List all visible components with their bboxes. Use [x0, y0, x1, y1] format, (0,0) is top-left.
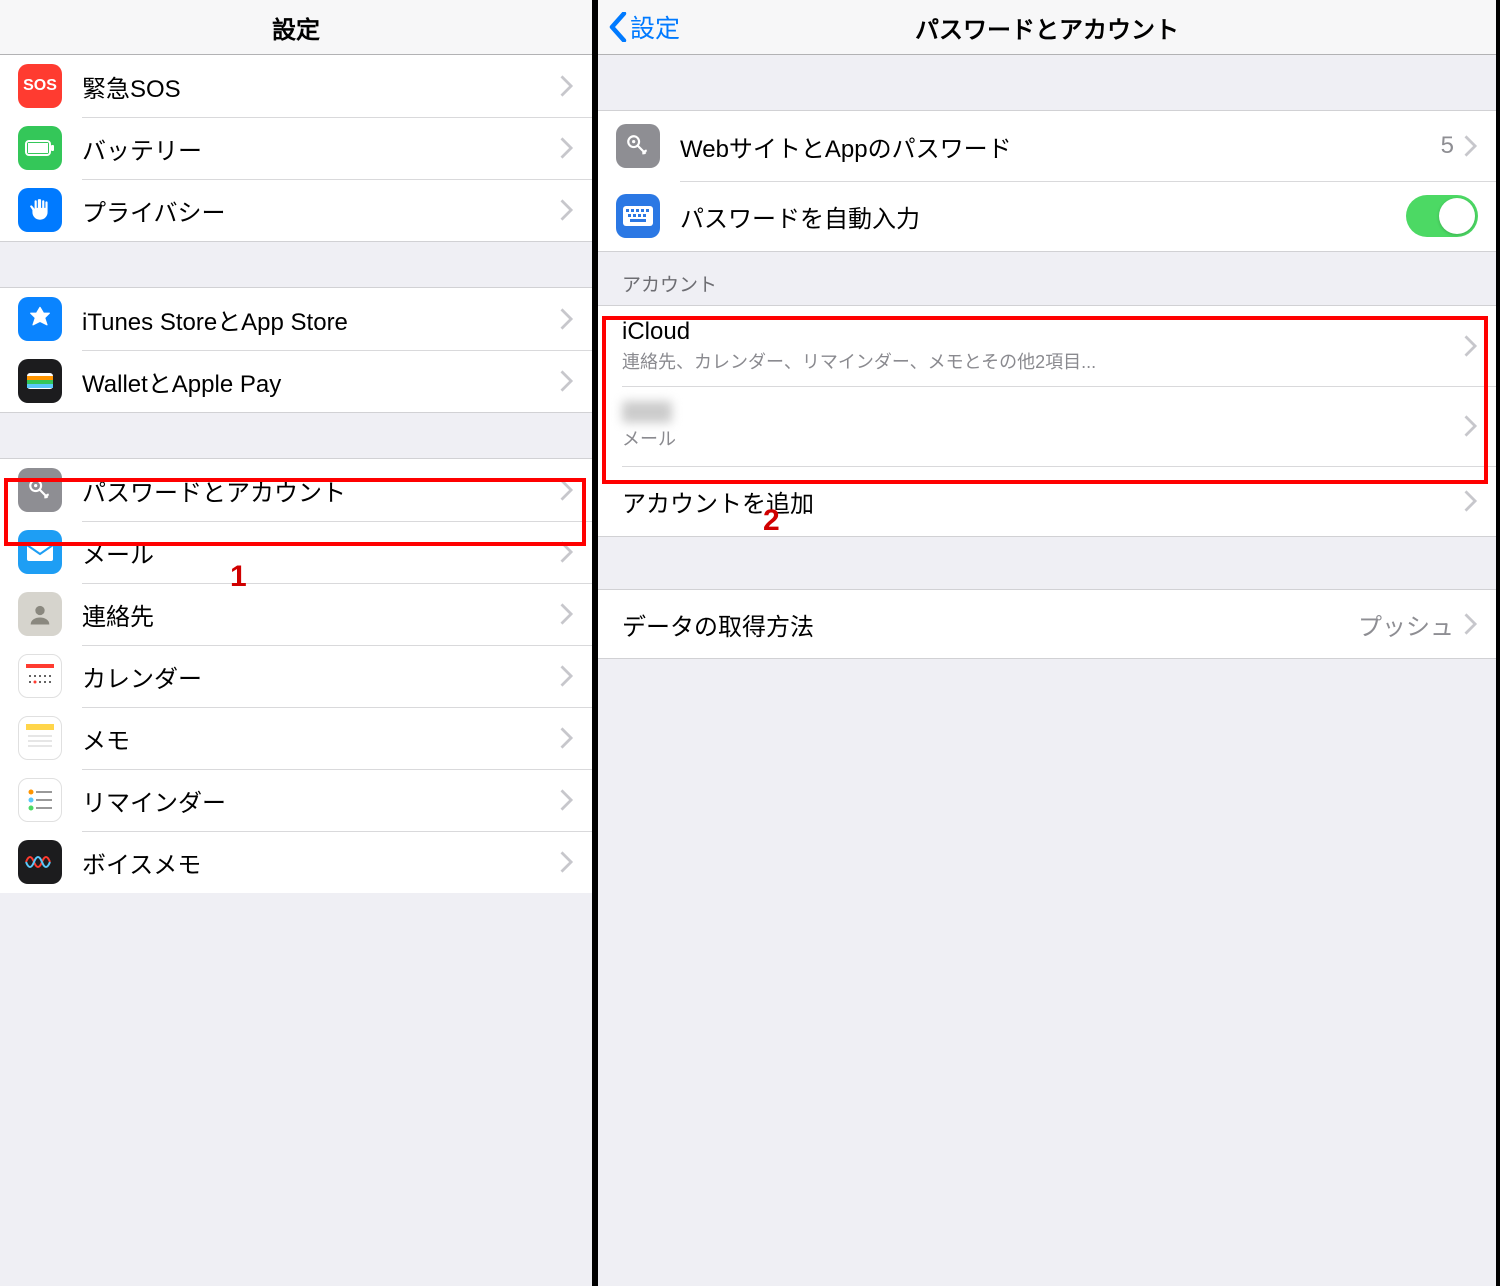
- row-sos[interactable]: SOS 緊急SOS: [0, 55, 592, 117]
- key-icon: [616, 124, 660, 168]
- calendar-icon: [18, 654, 62, 698]
- chevron-right-icon: [560, 789, 574, 811]
- settings-screen: 設定 SOS 緊急SOS バッテリー プライバシー: [0, 0, 596, 1286]
- group-apps: パスワードとアカウント メール 連絡先 カレンダー: [0, 458, 592, 893]
- group-store: iTunes StoreとApp Store WalletとApple Pay: [0, 287, 592, 413]
- row-label: バッテリー: [82, 131, 560, 166]
- account-subtitle: メール: [622, 425, 1464, 451]
- row-battery[interactable]: バッテリー: [0, 117, 592, 179]
- row-label: 連絡先: [82, 597, 560, 632]
- row-label: データの取得方法: [622, 607, 1358, 642]
- row-autofill[interactable]: パスワードを自動入力: [598, 181, 1496, 251]
- row-label: リマインダー: [82, 783, 560, 818]
- row-label: パスワードを自動入力: [680, 199, 1406, 234]
- row-contacts[interactable]: 連絡先: [0, 583, 592, 645]
- notes-icon: [18, 716, 62, 760]
- keyboard-icon: [616, 194, 660, 238]
- page-title: パスワードとアカウント: [915, 10, 1179, 45]
- back-button[interactable]: 設定: [608, 9, 680, 45]
- accounts-header: アカウント: [598, 252, 1496, 305]
- row-label: WebサイトとAppのパスワード: [680, 129, 1441, 164]
- contacts-icon: [18, 592, 62, 636]
- appstore-icon: [18, 297, 62, 341]
- group-password-settings: WebサイトとAppのパスワード 5 パスワードを自動入力: [598, 110, 1496, 252]
- row-wallet[interactable]: WalletとApple Pay: [0, 350, 592, 412]
- account-subtitle: 連絡先、カレンダー、リマインダー、メモとその他2項目...: [622, 348, 1464, 374]
- chevron-right-icon: [560, 603, 574, 625]
- row-value: プッシュ: [1358, 607, 1454, 642]
- row-label: ボイスメモ: [82, 845, 560, 880]
- chevron-right-icon: [1464, 335, 1478, 357]
- chevron-right-icon: [560, 727, 574, 749]
- back-label: 設定: [630, 9, 680, 45]
- row-label: カレンダー: [82, 659, 560, 694]
- reminders-icon: [18, 778, 62, 822]
- group-general: SOS 緊急SOS バッテリー プライバシー: [0, 55, 592, 242]
- voicememo-icon: [18, 840, 62, 884]
- chevron-right-icon: [560, 479, 574, 501]
- row-add-account[interactable]: アカウントを追加: [598, 466, 1496, 536]
- chevron-right-icon: [1464, 490, 1478, 512]
- account-title: iCloud: [622, 318, 1464, 346]
- account-title-blurred: [622, 401, 672, 423]
- row-account-icloud[interactable]: iCloud 連絡先、カレンダー、リマインダー、メモとその他2項目...: [598, 306, 1496, 386]
- chevron-right-icon: [560, 199, 574, 221]
- navbar: 設定 パスワードとアカウント: [598, 0, 1496, 55]
- row-fetch[interactable]: データの取得方法 プッシュ: [598, 590, 1496, 658]
- chevron-right-icon: [560, 137, 574, 159]
- row-label: メモ: [82, 721, 560, 756]
- chevron-right-icon: [560, 75, 574, 97]
- row-reminders[interactable]: リマインダー: [0, 769, 592, 831]
- autofill-toggle[interactable]: [1406, 195, 1478, 237]
- row-label: アカウントを追加: [622, 484, 1464, 519]
- battery-icon: [18, 126, 62, 170]
- wallet-icon: [18, 359, 62, 403]
- row-calendar[interactable]: カレンダー: [0, 645, 592, 707]
- row-label: メール: [82, 535, 560, 570]
- passwords-screen: 設定 パスワードとアカウント WebサイトとAppのパスワード 5 パスワードを…: [596, 0, 1496, 1286]
- hand-icon: [18, 188, 62, 232]
- row-label: パスワードとアカウント: [82, 473, 560, 508]
- row-mail[interactable]: メール: [0, 521, 592, 583]
- mail-icon: [18, 530, 62, 574]
- chevron-right-icon: [1464, 613, 1478, 635]
- sos-icon: SOS: [18, 64, 62, 108]
- row-notes[interactable]: メモ: [0, 707, 592, 769]
- group-fetch: データの取得方法 プッシュ: [598, 589, 1496, 659]
- row-website-app-passwords[interactable]: WebサイトとAppのパスワード 5: [598, 111, 1496, 181]
- chevron-right-icon: [560, 370, 574, 392]
- row-itunes[interactable]: iTunes StoreとApp Store: [0, 288, 592, 350]
- chevron-right-icon: [560, 851, 574, 873]
- row-passwords[interactable]: パスワードとアカウント: [0, 459, 592, 521]
- group-accounts: iCloud 連絡先、カレンダー、リマインダー、メモとその他2項目... メール…: [598, 305, 1496, 537]
- row-label: WalletとApple Pay: [82, 364, 560, 399]
- row-label: プライバシー: [82, 193, 560, 228]
- row-value: 5: [1441, 132, 1454, 160]
- row-account-other[interactable]: メール: [598, 386, 1496, 466]
- row-privacy[interactable]: プライバシー: [0, 179, 592, 241]
- chevron-right-icon: [560, 541, 574, 563]
- chevron-right-icon: [1464, 415, 1478, 437]
- row-label: 緊急SOS: [82, 69, 560, 104]
- chevron-right-icon: [560, 308, 574, 330]
- row-label: iTunes StoreとApp Store: [82, 302, 560, 337]
- chevron-right-icon: [1464, 135, 1478, 157]
- navbar: 設定: [0, 0, 592, 55]
- page-title: 設定: [272, 10, 320, 45]
- row-voicememo[interactable]: ボイスメモ: [0, 831, 592, 893]
- key-icon: [18, 468, 62, 512]
- chevron-right-icon: [560, 665, 574, 687]
